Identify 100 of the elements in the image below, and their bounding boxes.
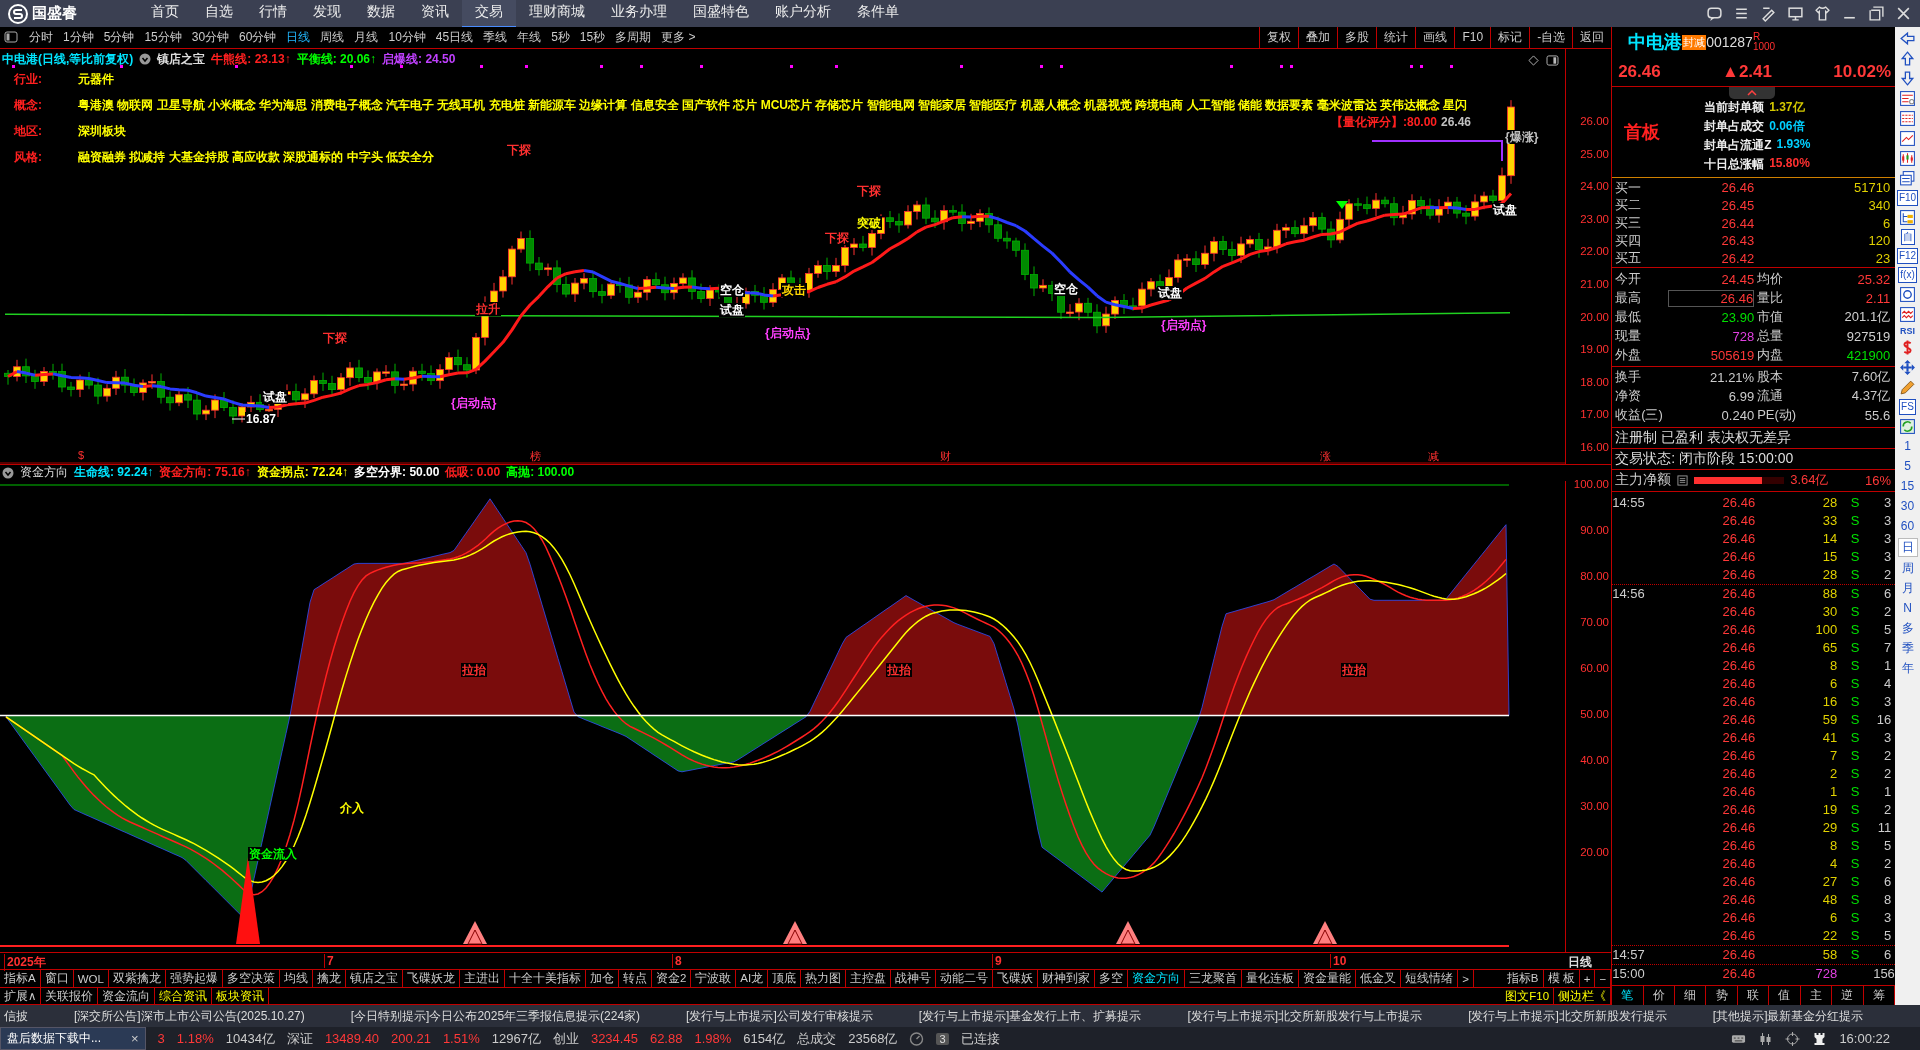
indicator-tab[interactable]: 指标A [0, 970, 41, 987]
indicator-tab[interactable]: 镇店之宝 [345, 970, 403, 987]
menu-item[interactable]: 行情 [246, 0, 300, 26]
period-shortcut[interactable]: 5 [1904, 458, 1911, 475]
menu-item[interactable]: 账户分析 [762, 0, 844, 26]
diamond-icon[interactable] [1528, 55, 1539, 66]
popup-close-button[interactable]: × [131, 1031, 139, 1046]
back-arrow-icon[interactable] [1899, 30, 1916, 47]
monitor-icon[interactable] [1787, 5, 1804, 22]
indicator-tab[interactable]: WOL [73, 970, 109, 987]
news-item[interactable]: [发行与上市提示]北交所新股发行提示 [1468, 1007, 1667, 1025]
menu-icon[interactable] [1733, 5, 1750, 22]
tool-icon[interactable]: FS [1899, 399, 1916, 415]
tree-icon[interactable] [1899, 209, 1916, 226]
indicator-tab[interactable]: 十全十美指标 [504, 970, 586, 987]
pen-icon[interactable] [1760, 5, 1777, 22]
chart-tool-button[interactable]: 标记 [1490, 27, 1530, 48]
indicator-tab[interactable]: 短线情绪 [1401, 970, 1459, 987]
period-shortcut[interactable]: 季 [1901, 640, 1914, 657]
candlestick-icon[interactable] [1758, 1031, 1774, 1046]
period-tab[interactable]: 多周期 [610, 29, 657, 46]
menu-item[interactable]: 发现 [300, 0, 354, 26]
chart-tool-button[interactable]: -自选 [1529, 27, 1573, 48]
indicator-tab[interactable]: 转点 [618, 970, 652, 987]
line-chart-icon[interactable] [1899, 130, 1916, 147]
chart-tool-button[interactable]: 叠加 [1298, 27, 1338, 48]
news-item[interactable]: [发行与上市提示]基金发行上市、扩募提示 [918, 1007, 1142, 1025]
period-shortcut[interactable]: 多 [1901, 620, 1914, 637]
indicator-tool-button[interactable]: + [1579, 970, 1596, 987]
tool-icon[interactable]: F10 [1896, 190, 1919, 206]
extra-tab[interactable]: 关联报价 [41, 988, 99, 1004]
menu-item[interactable]: 理财商城 [516, 0, 598, 26]
period-shortcut[interactable]: 30 [1900, 498, 1915, 515]
menu-item[interactable]: 国盛特色 [680, 0, 762, 26]
period-tab[interactable]: 45日线 [430, 29, 479, 46]
period-shortcut[interactable]: 周 [1901, 560, 1914, 577]
candlestick-icon[interactable] [1899, 150, 1916, 167]
indicator-tab[interactable]: 窗口 [40, 970, 74, 987]
tool-icon[interactable]: f(x) [1898, 267, 1917, 283]
chess-rook-icon[interactable] [1812, 1031, 1828, 1046]
menu-item[interactable]: 交易 [462, 0, 516, 28]
chart-tool-button[interactable]: 复权 [1259, 27, 1299, 48]
chart-tool-button[interactable]: F10 [1454, 27, 1491, 48]
indicator-tab[interactable]: 资金方向 [1128, 970, 1186, 987]
menu-item[interactable]: 资讯 [408, 0, 462, 26]
indicator-tab[interactable]: 飞碟妖龙 [402, 970, 460, 987]
news-item[interactable]: [发行与上市提示]北交所新股发行与上市提示 [1187, 1007, 1423, 1025]
indicator-tab[interactable]: 量化连板 [1242, 970, 1300, 987]
menu-item[interactable]: 首页 [138, 0, 192, 26]
indicator-tool-button[interactable]: − [1595, 970, 1612, 987]
menu-item[interactable]: 条件单 [844, 0, 912, 26]
period-tab[interactable]: 10分钟 [383, 29, 431, 46]
indicator-tab[interactable]: 低金叉 [1356, 970, 1402, 987]
window-icon[interactable] [1899, 170, 1916, 187]
period-shortcut[interactable]: 月 [1901, 580, 1914, 597]
indicator-tab[interactable]: 宁波敢 [691, 970, 737, 987]
period-shortcut[interactable]: 15 [1900, 478, 1915, 495]
indicator-tab[interactable]: 顶底 [768, 970, 802, 987]
target-icon[interactable] [1785, 1031, 1801, 1046]
period-shortcut[interactable]: 日 [1897, 538, 1918, 557]
side-link[interactable]: 图文F10 [1501, 988, 1555, 1004]
extra-tab[interactable]: 扩展∧ [0, 988, 42, 1004]
chart-tool-button[interactable]: 返回 [1572, 27, 1612, 48]
indicator-tab[interactable]: 多空 [1095, 970, 1129, 987]
indicator-tab[interactable]: 均线 [279, 970, 313, 987]
indicator-tab[interactable]: 三龙聚首 [1185, 970, 1243, 987]
settings-icon[interactable] [139, 53, 152, 66]
period-tab[interactable]: 月线 [349, 29, 384, 46]
down-arrow-icon[interactable] [1899, 70, 1916, 87]
indicator-tab[interactable]: 热力图 [801, 970, 847, 987]
period-tab[interactable]: 15分钟 [139, 29, 187, 46]
close-icon[interactable] [1895, 5, 1912, 22]
indicator-tab[interactable]: 双紫擒龙 [108, 970, 166, 987]
panel-toggle-icon[interactable] [4, 31, 18, 44]
message-icon[interactable] [1706, 5, 1723, 22]
indicator-tab[interactable]: 资金量能 [1299, 970, 1357, 987]
period-tab[interactable]: 分时 [24, 29, 58, 46]
menu-item[interactable]: 数据 [354, 0, 408, 26]
indicator-tab[interactable]: 飞碟妖 [993, 970, 1039, 987]
news-item[interactable]: [今日特别提示]今日公布2025年三季报信息提示(224家) [350, 1007, 641, 1025]
gauge-icon[interactable] [909, 1031, 925, 1046]
side-link[interactable]: 侧边栏《 [1554, 988, 1612, 1004]
period-tab[interactable]: 更多 > [656, 29, 701, 46]
period-tab[interactable]: 15秒 [574, 29, 611, 46]
report-icon[interactable] [1899, 90, 1916, 107]
indicator-tab[interactable]: 财神到家 [1038, 970, 1096, 987]
period-tab[interactable]: 季线 [478, 29, 513, 46]
indicator-tab[interactable]: > [1458, 970, 1474, 987]
tool-icon[interactable]: F12 [1896, 248, 1919, 264]
chart-tool-button[interactable]: 统计 [1376, 27, 1416, 48]
indicator-tab[interactable]: 强势起爆 [165, 970, 223, 987]
extra-tab[interactable]: 资金流向 [98, 988, 156, 1004]
period-shortcut[interactable]: N [1903, 600, 1912, 617]
indicator-tab[interactable]: 主控盘 [846, 970, 892, 987]
menu-item[interactable]: 自选 [192, 0, 246, 26]
period-tab[interactable]: 60分钟 [234, 29, 282, 46]
indicator-tab[interactable]: 资金2 [651, 970, 692, 987]
move-icon[interactable] [1899, 359, 1916, 376]
period-tab[interactable]: 1分钟 [58, 29, 99, 46]
indicator-tab[interactable]: 战神号 [891, 970, 937, 987]
